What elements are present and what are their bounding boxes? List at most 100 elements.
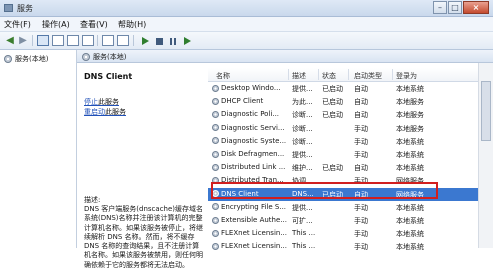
gear-icon bbox=[212, 97, 219, 105]
maximize-button[interactable]: □ bbox=[448, 1, 462, 14]
table-row[interactable]: Encrypting File S... 提供... 手动 本地系统 bbox=[208, 201, 493, 214]
service-name-cell: Diagnostic Poli... bbox=[212, 110, 290, 118]
export-list-icon[interactable] bbox=[82, 35, 94, 46]
service-name-text: Encrypting File S... bbox=[221, 202, 287, 211]
window-title: 服务 bbox=[17, 4, 33, 13]
column-divider[interactable] bbox=[288, 69, 289, 80]
column-header-status[interactable]: 状态 bbox=[322, 71, 336, 81]
service-description-cell: This ... bbox=[292, 229, 316, 238]
service-startup-type-cell: 自动 bbox=[354, 98, 368, 107]
service-description-cell: 维护... bbox=[292, 164, 313, 173]
menu-view[interactable]: 查看(V) bbox=[80, 19, 108, 30]
tree-item-services-local[interactable]: 服务(本地) bbox=[4, 54, 48, 64]
gear-icon bbox=[4, 55, 12, 63]
minimize-icon: – bbox=[438, 3, 442, 12]
menu-bar: 文件(F) 操作(A) 查看(V) 帮助(H) bbox=[0, 17, 493, 32]
scrollbar-thumb[interactable] bbox=[481, 81, 491, 141]
list-view-icon[interactable] bbox=[52, 35, 64, 46]
console-tree-toggle-icon[interactable] bbox=[37, 35, 49, 46]
properties-icon[interactable] bbox=[117, 35, 129, 46]
service-startup-type-cell: 自动 bbox=[354, 85, 368, 93]
service-status-cell: 已启动 bbox=[322, 98, 343, 107]
gear-icon bbox=[212, 216, 219, 224]
service-name-cell: FLEXnet Licensin... bbox=[212, 242, 290, 250]
restart-service-link[interactable]: 重启动此服务 bbox=[84, 107, 126, 117]
table-row[interactable]: Distributed Link ... 维护... 已启动 自动 本地系统 bbox=[208, 161, 493, 174]
start-service-icon[interactable] bbox=[142, 37, 149, 45]
column-header-logon-as[interactable]: 登录为 bbox=[396, 71, 417, 81]
column-divider[interactable] bbox=[318, 69, 319, 80]
service-name-cell: Encrypting File S... bbox=[212, 203, 290, 211]
forward-arrow-icon[interactable]: ▶ bbox=[17, 35, 29, 46]
service-description-cell: 为此... bbox=[292, 98, 313, 107]
table-row[interactable]: Diagnostic Syste... 诊断... 手动 本地系统 bbox=[208, 135, 493, 148]
description-text: DNS 客户端服务(dnscache)缓存域名系统(DNS)名称并注册该计算机的… bbox=[84, 205, 204, 269]
restart-link-text[interactable]: 重启动 bbox=[84, 108, 105, 116]
table-row[interactable]: Extensible Authe... 可扩... 手动 本地系统 bbox=[208, 214, 493, 227]
restart-service-icon[interactable] bbox=[184, 37, 191, 45]
stop-service-icon[interactable] bbox=[156, 38, 163, 45]
refresh-icon[interactable] bbox=[67, 35, 79, 46]
service-logon-cell: 本地系统 bbox=[396, 137, 424, 146]
service-name-cell: Distributed Link ... bbox=[212, 163, 290, 171]
toolbar-separator bbox=[32, 35, 33, 46]
service-name-cell: Extensible Authe... bbox=[212, 216, 290, 224]
pause-service-icon[interactable] bbox=[170, 38, 176, 45]
toolbar-separator bbox=[97, 35, 98, 46]
service-logon-cell: 本地服务 bbox=[396, 98, 424, 107]
service-name-text: Diagnostic Servi... bbox=[221, 123, 285, 132]
stop-link-suffix: 此服务 bbox=[98, 98, 119, 106]
menu-action[interactable]: 操作(A) bbox=[42, 19, 70, 30]
close-button[interactable]: × bbox=[463, 1, 489, 14]
service-description-cell: 诊断... bbox=[292, 137, 313, 146]
table-row[interactable]: DHCP Client 为此... 已启动 自动 本地服务 bbox=[208, 95, 493, 108]
service-logon-cell: 本地服务 bbox=[396, 124, 424, 133]
stop-link-text[interactable]: 停止 bbox=[84, 98, 98, 106]
gear-icon bbox=[212, 229, 219, 237]
service-startup-type-cell: 手动 bbox=[354, 137, 368, 146]
gear-icon bbox=[212, 124, 219, 132]
maximize-icon: □ bbox=[451, 3, 459, 12]
title-bar: 服务 – □ × bbox=[0, 0, 493, 17]
column-header-name[interactable]: 名称 bbox=[216, 71, 230, 81]
service-name-cell: Disk Defragmen... bbox=[212, 150, 290, 158]
table-row[interactable]: Diagnostic Poli... 诊断... 已启动 自动 本地服务 bbox=[208, 108, 493, 121]
service-description-cell: This ... bbox=[292, 242, 316, 251]
service-name-cell: Diagnostic Syste... bbox=[212, 137, 290, 145]
panel-header-label: 服务(本地) bbox=[93, 53, 127, 61]
column-divider[interactable] bbox=[348, 69, 349, 80]
minimize-button[interactable]: – bbox=[433, 1, 447, 14]
table-row[interactable]: Disk Defragmen... 提供... 手动 本地系统 bbox=[208, 148, 493, 161]
gear-icon bbox=[82, 53, 90, 61]
column-header-description[interactable]: 描述 bbox=[292, 71, 306, 81]
help-icon[interactable] bbox=[102, 35, 114, 46]
service-name-cell: FLEXnet Licensin... bbox=[212, 229, 290, 237]
service-logon-cell: 本地系统 bbox=[396, 243, 424, 252]
menu-file[interactable]: 文件(F) bbox=[4, 19, 31, 30]
service-name-text: Desktop Windo... bbox=[221, 84, 281, 92]
gear-icon bbox=[212, 203, 219, 211]
menu-help[interactable]: 帮助(H) bbox=[118, 19, 146, 30]
table-row[interactable]: Desktop Windo... 提供... 已启动 自动 本地系统 bbox=[208, 82, 493, 95]
service-description-cell: 提供... bbox=[292, 203, 313, 212]
stop-service-link[interactable]: 停止此服务 bbox=[84, 97, 119, 107]
service-details-pane: DNS Client 停止此服务 重启动此服务 描述: DNS 客户端服务(dn… bbox=[77, 63, 207, 269]
gear-icon bbox=[212, 137, 219, 145]
service-status-cell: 已启动 bbox=[322, 164, 343, 173]
service-logon-cell: 本地系统 bbox=[396, 164, 424, 173]
column-divider[interactable] bbox=[392, 69, 393, 80]
vertical-scrollbar[interactable] bbox=[478, 63, 493, 248]
toolbar: ◀ ▶ bbox=[0, 32, 493, 50]
column-header-startup-type[interactable]: 启动类型 bbox=[354, 71, 382, 81]
gear-icon bbox=[212, 110, 219, 118]
service-name-cell: DHCP Client bbox=[212, 97, 290, 105]
service-name-heading: DNS Client bbox=[84, 72, 133, 81]
service-name-text: FLEXnet Licensin... bbox=[221, 229, 287, 238]
service-name-text: Diagnostic Poli... bbox=[221, 110, 280, 119]
table-row[interactable]: Diagnostic Servi... 诊断... 手动 本地服务 bbox=[208, 122, 493, 135]
table-row[interactable]: FLEXnet Licensin... This ... 手动 本地系统 bbox=[208, 240, 493, 253]
service-description-cell: 提供... bbox=[292, 151, 313, 159]
back-arrow-icon[interactable]: ◀ bbox=[4, 35, 16, 46]
window-controls: – □ × bbox=[432, 1, 489, 15]
table-row[interactable]: FLEXnet Licensin... This ... 手动 本地系统 bbox=[208, 227, 493, 240]
